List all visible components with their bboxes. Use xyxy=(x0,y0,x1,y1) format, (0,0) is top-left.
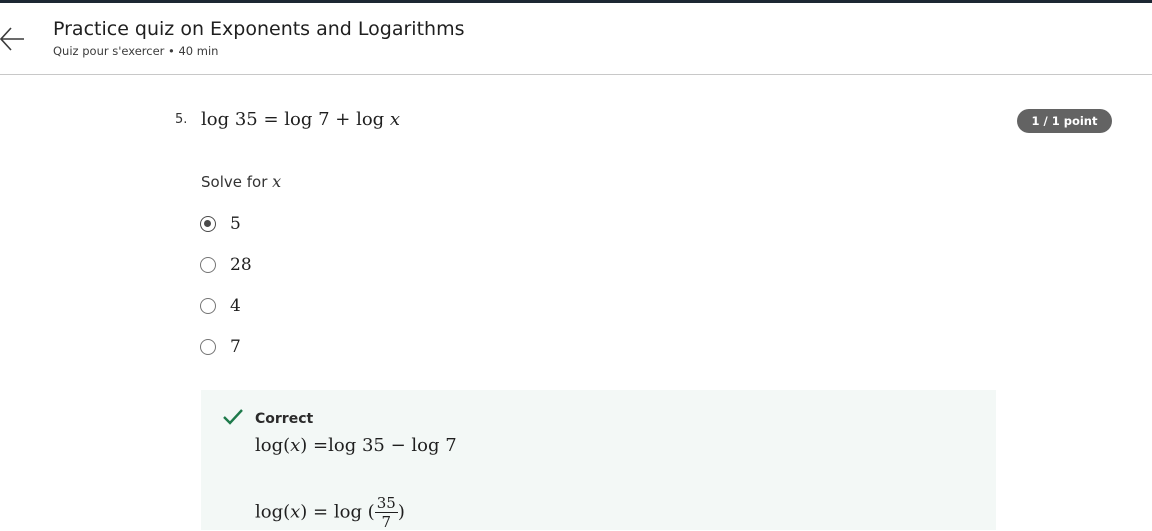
option-label: 28 xyxy=(230,255,252,275)
quiz-meta: Quiz pour s'exercer • 40 min xyxy=(53,44,219,58)
radio-button[interactable] xyxy=(200,257,216,273)
option-label: 5 xyxy=(230,214,241,234)
feedback-status: Correct xyxy=(255,411,314,427)
option-7[interactable]: 7 xyxy=(200,336,241,358)
option-5[interactable]: 5 xyxy=(200,213,241,235)
fraction-denominator: 7 xyxy=(381,513,392,531)
expl-variable: x xyxy=(290,501,301,523)
radio-button-selected[interactable] xyxy=(200,216,216,232)
question-number: 5. xyxy=(175,112,188,127)
question-expression: log 35 = log 7 + log x xyxy=(201,109,400,130)
expl-text: log( xyxy=(255,501,291,523)
arrow-left-icon xyxy=(0,27,24,51)
prompt-variable: x xyxy=(272,172,282,191)
points-badge: 1 / 1 point xyxy=(1017,109,1112,133)
option-4[interactable]: 4 xyxy=(200,295,241,317)
radio-button[interactable] xyxy=(200,298,216,314)
back-button[interactable] xyxy=(0,24,26,54)
page-title: Practice quiz on Exponents and Logarithm… xyxy=(53,18,465,40)
option-28[interactable]: 28 xyxy=(200,254,252,276)
prompt-text: Solve for xyxy=(201,173,273,191)
expl-text: ) = log ( xyxy=(300,501,375,523)
question-prompt: Solve for x xyxy=(201,172,281,191)
quiz-header: Practice quiz on Exponents and Logarithm… xyxy=(0,3,1152,75)
expl-text: ) xyxy=(397,501,405,523)
option-label: 4 xyxy=(230,296,241,316)
explanation-line-1: log(x) =log 35 − log 7 xyxy=(255,435,457,456)
radio-button[interactable] xyxy=(200,339,216,355)
option-label: 7 xyxy=(230,337,241,357)
feedback-panel: Correct log(x) =log 35 − log 7 log(x) = … xyxy=(201,390,996,531)
expl-text: log( xyxy=(255,435,291,456)
expl-variable: x xyxy=(290,435,301,456)
expr-variable: x xyxy=(389,109,401,130)
fraction-numerator: 35 xyxy=(374,494,398,513)
expr-text: log 35 = log 7 + log xyxy=(201,109,390,130)
expl-text: ) =log 35 − log 7 xyxy=(300,435,457,456)
checkmark-icon xyxy=(223,409,243,425)
